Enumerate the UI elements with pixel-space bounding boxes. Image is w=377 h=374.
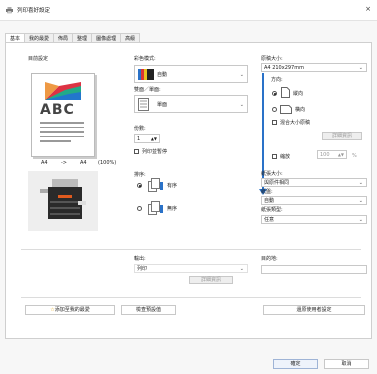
chevron-down-icon: ⌄	[239, 266, 244, 272]
uncollate-icon	[148, 201, 163, 215]
target-paper-label: A4	[80, 160, 87, 166]
scale-value: 100	[320, 152, 330, 158]
output-select[interactable]: 列印 ⌄	[134, 264, 248, 273]
page-preview: ABC	[31, 73, 95, 157]
ok-button[interactable]: 確定	[273, 359, 318, 369]
title-bar: 列印喜好設定 ×	[0, 0, 377, 21]
settings-panel: 目前設定 ABC A4 -> A4 (100%) 彩色模式: 自動 ⌄ 雙面／單…	[5, 42, 372, 339]
sort-label: 排序:	[134, 172, 146, 178]
color-mode-label: 彩色模式:	[134, 56, 156, 62]
current-settings-label: 目前設定	[28, 56, 49, 62]
add-to-favorites-button[interactable]: ☆添加至我的最愛	[25, 305, 115, 315]
original-size-select[interactable]: A4 210x297mm ⌄	[261, 63, 367, 72]
paper-size-select[interactable]: 與原件相同 ⌄	[261, 178, 367, 187]
pause-label: 列印並暫停	[142, 149, 168, 155]
copies-value: 1	[137, 136, 141, 142]
paper-tray-select[interactable]: 自動 ⌄	[261, 196, 367, 205]
duplex-value: 單面	[157, 102, 168, 108]
output-details-button[interactable]: 詳細資訊	[189, 276, 233, 284]
output-label: 輸出:	[134, 256, 146, 262]
zoom-label: (100%)	[98, 160, 117, 166]
color-mode-select[interactable]: 自動 ⌄	[134, 65, 248, 83]
copies-label: 份數:	[134, 126, 146, 132]
mixed-size-label: 混合大小原稿	[280, 120, 311, 126]
divider	[21, 249, 361, 250]
image-thumbnail-icon	[45, 82, 81, 100]
sort-uncollate-radio[interactable]	[137, 206, 142, 211]
paper-type-value: 任意	[264, 217, 275, 223]
orientation-landscape-radio[interactable]	[272, 107, 277, 112]
color-mode-value: 自動	[157, 72, 168, 78]
destination-input[interactable]	[261, 265, 367, 274]
original-size-value: A4 210x297mm	[264, 65, 304, 71]
orientation-portrait-label: 縱向	[293, 91, 304, 97]
sort-collate-radio[interactable]	[137, 183, 142, 188]
single-side-icon	[138, 98, 149, 111]
orientation-landscape-label: 橫向	[295, 107, 306, 113]
collate-icon	[148, 178, 163, 192]
check-defaults-button[interactable]: 檢查預設值	[121, 305, 176, 315]
chevron-down-icon: ⌄	[239, 102, 244, 108]
preview-lines	[40, 122, 84, 142]
paper-tray-label: 紙盤:	[261, 189, 273, 195]
landscape-page-icon	[280, 105, 292, 114]
duplex-label: 雙面／單面:	[134, 87, 161, 93]
scale-unit: %	[352, 153, 357, 159]
duplex-select[interactable]: 單面 ⌄	[134, 95, 248, 113]
paper-size-value: 與原件相同	[264, 180, 290, 186]
source-paper-label: A4	[41, 160, 48, 166]
color-swatch-icon	[138, 69, 154, 80]
pause-checkbox[interactable]	[134, 149, 139, 154]
mixed-size-checkbox[interactable]	[272, 120, 277, 125]
stepper-arrows-icon[interactable]: ▲▼	[151, 135, 157, 143]
printer-icon	[6, 7, 13, 14]
sort-uncollate-label: 無序	[167, 206, 178, 212]
printer-device-icon	[28, 171, 98, 231]
chevron-down-icon: ⌄	[358, 198, 363, 204]
orientation-portrait-radio[interactable]	[272, 91, 277, 96]
window-title: 列印喜好設定	[17, 8, 51, 14]
chevron-down-icon: ⌄	[239, 72, 244, 78]
print-preferences-window: 列印喜好設定 × 基本 我的最愛 佈局 整理 圖像處理 高級 目前設定 ABC …	[0, 0, 377, 374]
add-to-favorites-label: 添加至我的最愛	[54, 307, 90, 313]
chevron-down-icon: ⌄	[358, 217, 363, 223]
preview-text: ABC	[40, 102, 75, 118]
paper-type-label: 紙張類型:	[261, 207, 283, 213]
scale-stepper[interactable]: 100 ▲▼	[317, 150, 347, 159]
orientation-details-button[interactable]: 詳細資訊	[322, 132, 362, 140]
paper-tray-value: 自動	[264, 198, 275, 204]
close-button[interactable]: ×	[365, 5, 371, 13]
sort-collate-label: 有序	[167, 183, 178, 189]
chevron-down-icon: ⌄	[358, 65, 363, 71]
cancel-button[interactable]: 取消	[324, 359, 369, 369]
scale-label: 縮放	[280, 154, 291, 160]
orientation-label: 方向:	[271, 77, 283, 83]
copies-stepper[interactable]: 1 ▲▼	[134, 134, 160, 143]
destination-label: 目的地:	[261, 256, 278, 262]
stepper-arrows-icon[interactable]: ▲▼	[338, 151, 344, 159]
original-size-label: 原稿大小:	[261, 56, 283, 62]
arrow-label: ->	[61, 160, 67, 166]
chevron-down-icon: ⌄	[358, 180, 363, 186]
scale-checkbox[interactable]	[272, 154, 277, 159]
portrait-page-icon	[281, 87, 290, 98]
paper-size-label: 紙張大小:	[261, 171, 283, 177]
divider	[21, 297, 361, 298]
output-value: 列印	[137, 266, 148, 272]
paper-type-select[interactable]: 任意 ⌄	[261, 215, 367, 224]
restore-user-settings-button[interactable]: 還原使用者設定	[263, 305, 365, 315]
